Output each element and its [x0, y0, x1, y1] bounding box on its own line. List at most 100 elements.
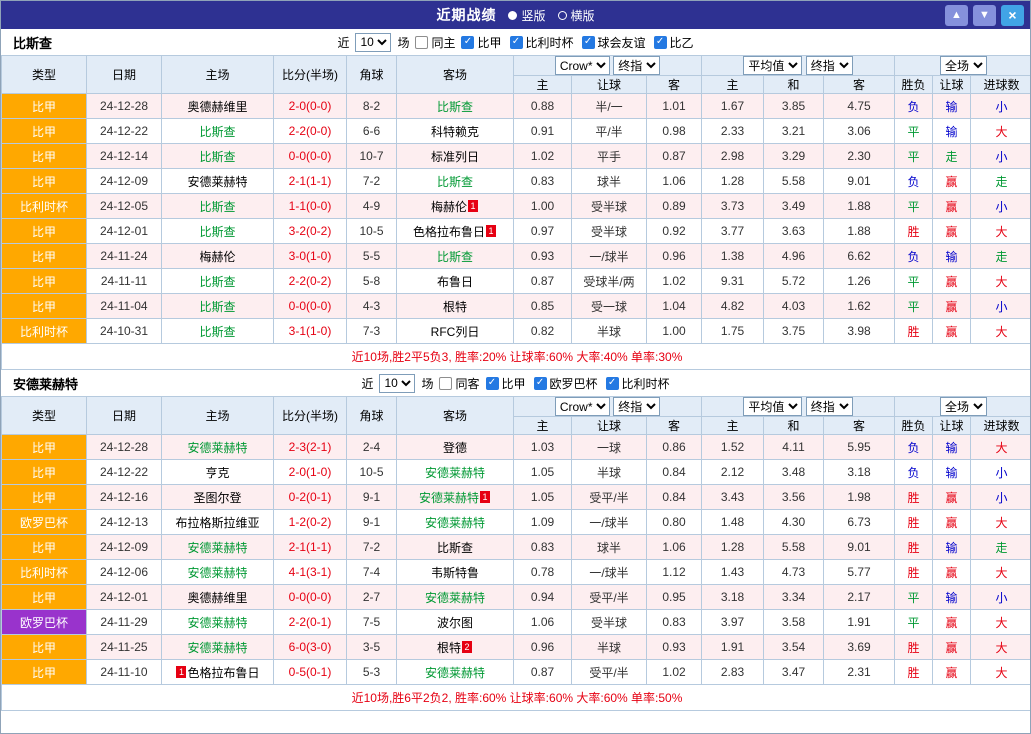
match-date: 24-11-29: [87, 610, 162, 635]
result-cell: 负: [895, 435, 933, 460]
asian-odds-cell: 1.00: [647, 319, 702, 344]
same-venue-filter[interactable]: 同客: [439, 375, 479, 392]
team-name-text: 科特赖克: [431, 125, 479, 139]
team-name-text: 梅赫伦: [431, 200, 467, 214]
section-team-name: 安德莱赫特: [13, 374, 78, 393]
result-cell: 大: [971, 660, 1031, 685]
asian-odds-cell: 受球半/两: [572, 269, 647, 294]
competition-badge: 比甲: [2, 294, 87, 319]
league-filter-label: 比乙: [670, 34, 694, 51]
same-venue-filter[interactable]: 同主: [415, 34, 455, 51]
team-name-text: 比斯查: [199, 150, 235, 164]
recent-count-select[interactable]: 10: [355, 33, 391, 52]
asian-company-select[interactable]: Crow*: [555, 56, 610, 75]
match-score: 0-5(0-1): [274, 660, 347, 685]
result-cell: 赢: [933, 319, 971, 344]
euro-company-select[interactable]: 平均值: [743, 56, 802, 75]
away-team-cell: 色格拉布鲁日1: [397, 219, 514, 244]
asian-odds-header: Crow* 终指: [514, 397, 702, 417]
asian-odds-cell: 0.83: [514, 535, 572, 560]
col-euro-home: 主: [702, 76, 764, 94]
team-name-text: 波尔图: [437, 616, 473, 630]
team-name-text: 梅赫伦: [199, 250, 235, 264]
col-home: 主场: [162, 397, 274, 435]
scroll-down-button[interactable]: ▼: [973, 5, 996, 26]
away-team-cell: 安德莱赫特: [397, 510, 514, 535]
league-filter[interactable]: ✓比甲: [486, 375, 526, 392]
scope-select[interactable]: 全场: [940, 56, 987, 75]
checkbox-checked-icon: ✓: [461, 36, 474, 49]
corner-count: 3-5: [347, 635, 397, 660]
checkbox-unchecked-icon: [439, 377, 452, 390]
recent-count-select[interactable]: 10: [379, 374, 415, 393]
asian-odds-cell: 0.92: [647, 219, 702, 244]
league-filter[interactable]: ✓比利时杯: [606, 375, 670, 392]
result-cell: 赢: [933, 610, 971, 635]
euro-odds-cell: 2.30: [824, 144, 895, 169]
col-type: 类型: [2, 56, 87, 94]
league-filter[interactable]: ✓球会友谊: [582, 34, 646, 51]
competition-badge: 比甲: [2, 660, 87, 685]
league-filter-list: ✓比甲 ✓欧罗巴杯 ✓比利时杯: [486, 375, 670, 392]
checkbox-checked-icon: ✓: [534, 377, 547, 390]
euro-company-select[interactable]: 平均值: [743, 397, 802, 416]
away-team-cell: 比斯查: [397, 94, 514, 119]
col-score: 比分(半场): [274, 56, 347, 94]
match-date: 24-12-22: [87, 119, 162, 144]
euro-odds-cell: 1.98: [824, 485, 895, 510]
match-score: 0-0(0-0): [274, 585, 347, 610]
team-name-text: 比斯查: [199, 325, 235, 339]
away-team-cell: 根特2: [397, 635, 514, 660]
euro-odds-cell: 3.98: [824, 319, 895, 344]
away-team-cell: RFC列日: [397, 319, 514, 344]
col-euro-away: 客: [824, 417, 895, 435]
league-filter[interactable]: ✓比乙: [654, 34, 694, 51]
result-cell: 负: [895, 244, 933, 269]
asian-time-select[interactable]: 终指: [613, 56, 660, 75]
result-cell: 大: [971, 435, 1031, 460]
league-filter[interactable]: ✓比甲: [461, 34, 501, 51]
corner-count: 10-7: [347, 144, 397, 169]
team-name-text: 比斯查: [199, 125, 235, 139]
euro-time-select[interactable]: 终指: [806, 56, 853, 75]
close-icon[interactable]: ×: [1001, 5, 1024, 26]
euro-odds-cell: 3.54: [764, 635, 824, 660]
result-cell: 小: [971, 94, 1031, 119]
asian-time-select[interactable]: 终指: [613, 397, 660, 416]
euro-odds-cell: 3.34: [764, 585, 824, 610]
match-row: 比甲24-12-14比斯查0-0(0-0)10-7标准列日1.02平手0.872…: [2, 144, 1031, 169]
league-filter[interactable]: ✓比利时杯: [510, 34, 574, 51]
result-cell: 赢: [933, 635, 971, 660]
result-cell: 大: [971, 610, 1031, 635]
checkbox-checked-icon: ✓: [606, 377, 619, 390]
match-score: 2-2(0-2): [274, 269, 347, 294]
corner-count: 4-3: [347, 294, 397, 319]
asian-odds-cell: 1.06: [647, 535, 702, 560]
layout-horizontal-radio[interactable]: 横版: [558, 7, 595, 24]
asian-company-select[interactable]: Crow*: [555, 397, 610, 416]
col-asian-home: 主: [514, 76, 572, 94]
euro-odds-cell: 9.31: [702, 269, 764, 294]
scope-select[interactable]: 全场: [940, 397, 987, 416]
competition-badge: 比甲: [2, 94, 87, 119]
match-row: 比甲24-12-16圣图尔登0-2(0-1)9-1安德莱赫特11.05受平/半0…: [2, 485, 1031, 510]
col-handicap: 让球: [572, 417, 647, 435]
asian-odds-cell: 1.02: [647, 660, 702, 685]
euro-time-select[interactable]: 终指: [806, 397, 853, 416]
table-header-top: 类型 日期 主场 比分(半场) 角球 客场 Crow* 终指 平均值 终指 全场: [2, 397, 1031, 417]
euro-odds-header: 平均值 终指: [702, 397, 895, 417]
asian-odds-cell: 受半球: [572, 219, 647, 244]
league-filter[interactable]: ✓欧罗巴杯: [534, 375, 598, 392]
match-date: 24-12-13: [87, 510, 162, 535]
euro-odds-cell: 3.58: [764, 610, 824, 635]
corner-count: 5-3: [347, 660, 397, 685]
league-filter-label: 比甲: [477, 34, 501, 51]
summary-text: 近10场,胜2平5负3, 胜率:20% 让球率:60% 大率:40% 单率:30…: [2, 344, 1031, 370]
scroll-up-button[interactable]: ▲: [945, 5, 968, 26]
layout-vertical-radio[interactable]: 竖版: [508, 7, 545, 24]
result-cell: 赢: [933, 269, 971, 294]
away-team-cell: 布鲁日: [397, 269, 514, 294]
euro-odds-cell: 4.30: [764, 510, 824, 535]
team-name-text: 色格拉布鲁日: [413, 225, 485, 239]
corner-count: 7-3: [347, 319, 397, 344]
